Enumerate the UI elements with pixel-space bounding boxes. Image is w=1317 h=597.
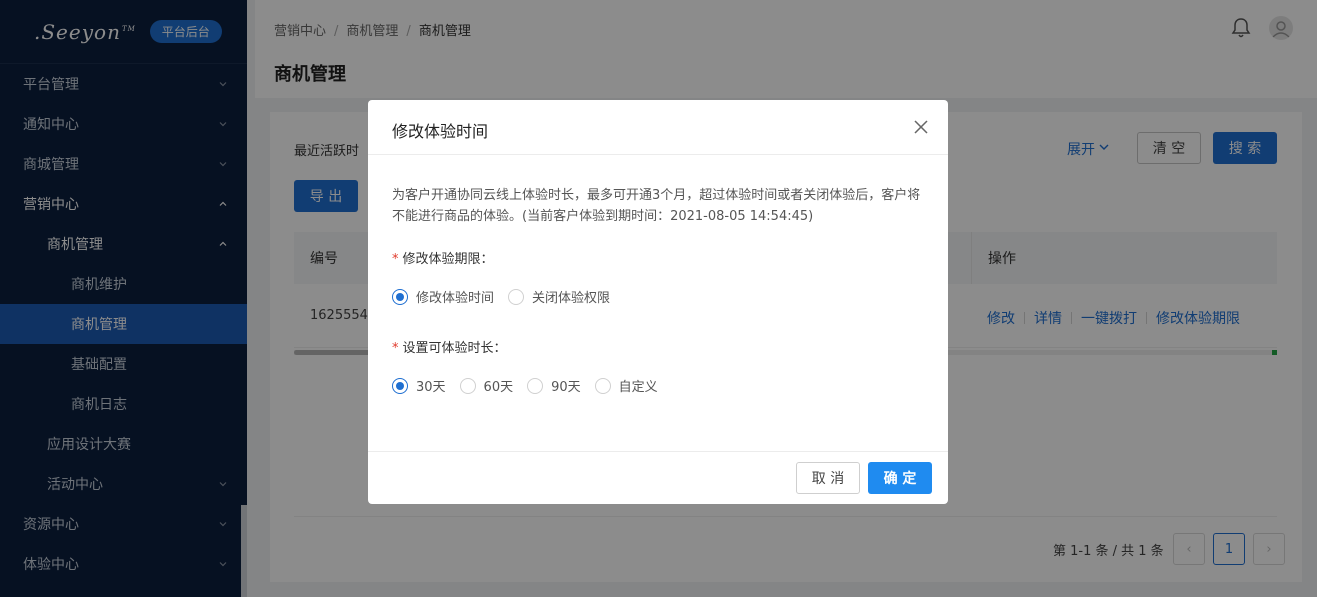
radio-30-days[interactable]: 30天 bbox=[392, 376, 446, 395]
close-icon[interactable] bbox=[914, 120, 928, 134]
radio-custom[interactable]: 自定义 bbox=[594, 376, 658, 395]
radio-close-trial-access[interactable]: 关闭体验权限 bbox=[508, 287, 610, 306]
edit-trial-time-dialog: 修改体验时间 为客户开通协同云线上体验时长，最多可开通3个月，超过体验时间或者关… bbox=[368, 100, 948, 504]
radio-group-trial-duration: 30天 60天 90天 自定义 bbox=[392, 376, 672, 395]
radio-group-trial-period: 修改体验时间 关闭体验权限 bbox=[392, 287, 624, 306]
confirm-button[interactable]: 确 定 bbox=[868, 462, 932, 494]
radio-edit-trial-time[interactable]: 修改体验时间 bbox=[392, 287, 494, 306]
radio-90-days[interactable]: 90天 bbox=[527, 376, 581, 395]
dialog-description: 为客户开通协同云线上体验时长，最多可开通3个月，超过体验时间或者关闭体验后，客户… bbox=[392, 188, 921, 224]
dialog-footer: 取 消 确 定 bbox=[368, 451, 948, 504]
cancel-button[interactable]: 取 消 bbox=[796, 462, 860, 494]
dialog-header: 修改体验时间 bbox=[368, 100, 948, 155]
dialog-title: 修改体验时间 bbox=[392, 122, 489, 141]
field-label-trial-period: * 修改体验期限： bbox=[392, 252, 494, 267]
radio-60-days[interactable]: 60天 bbox=[459, 376, 513, 395]
field-label-trial-duration: * 设置可体验时长： bbox=[392, 341, 507, 356]
